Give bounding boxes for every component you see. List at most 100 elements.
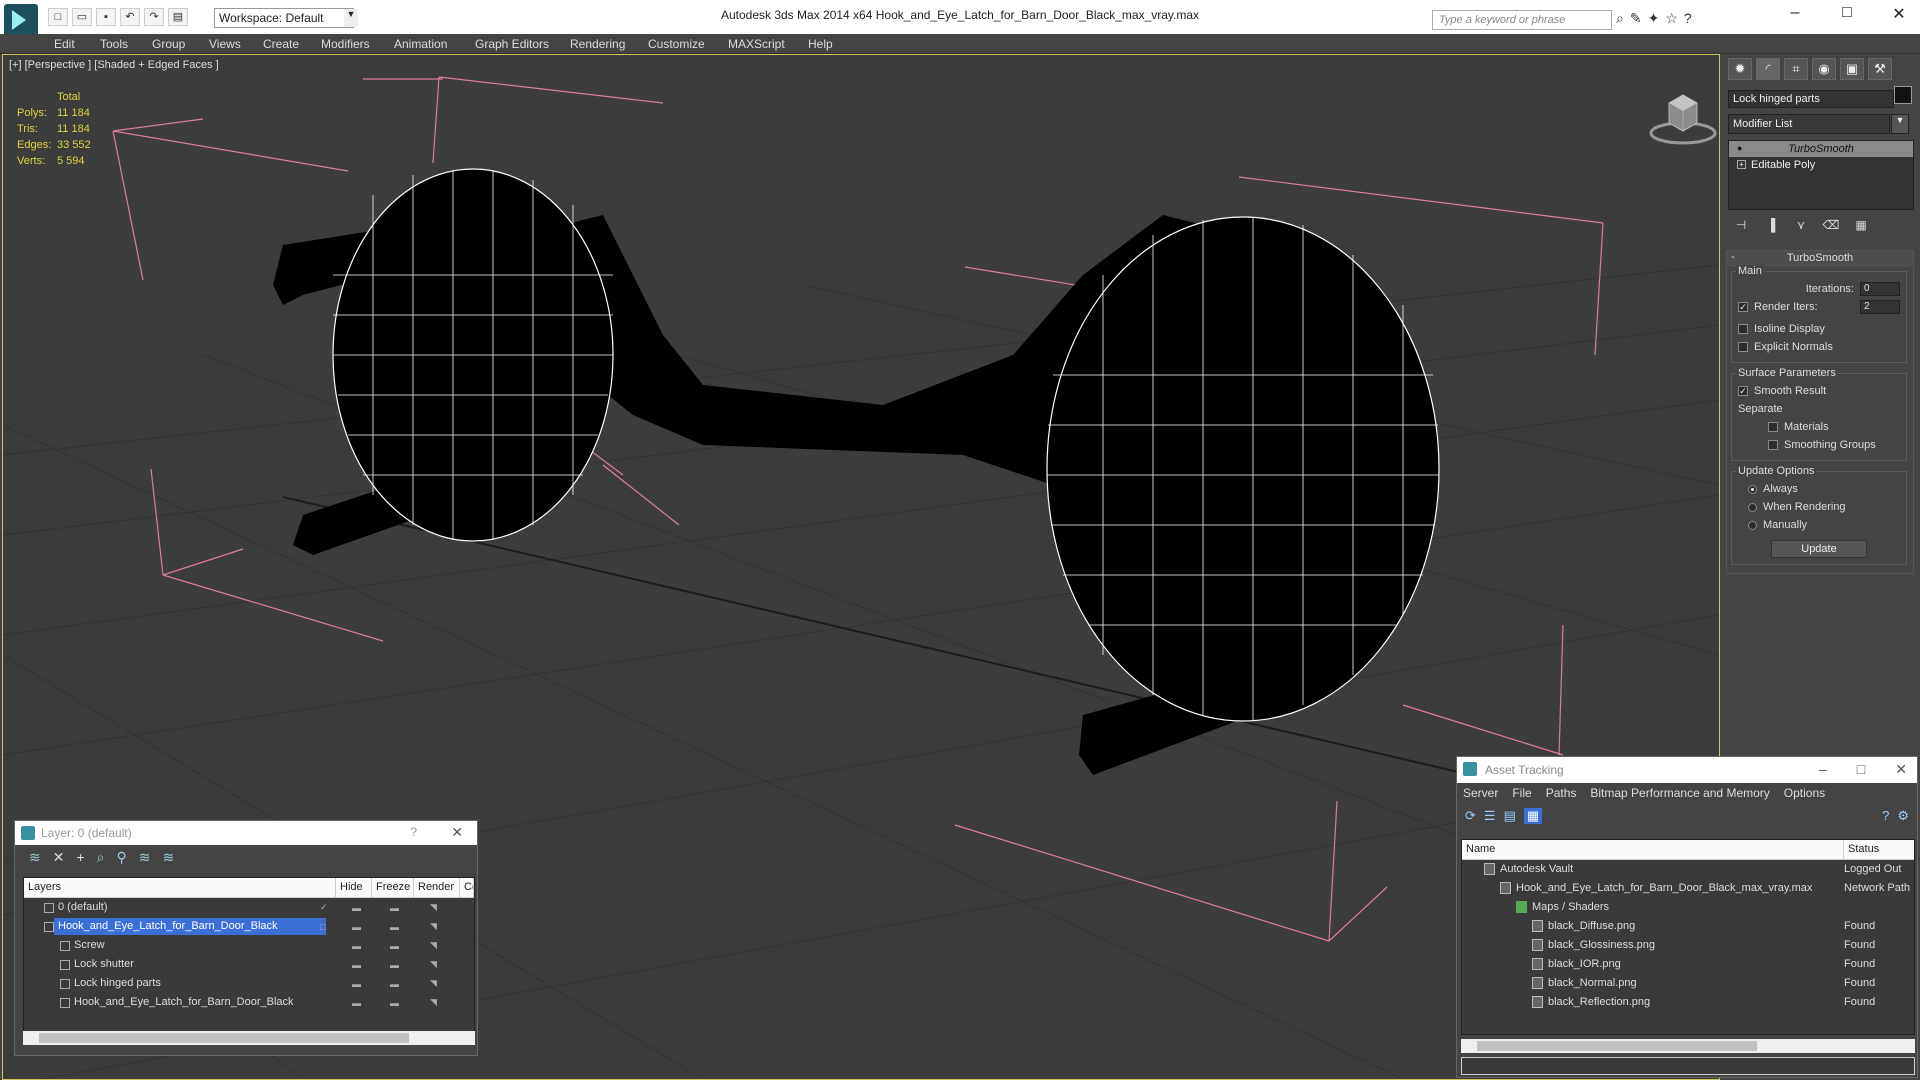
hide-all-layers-icon[interactable]: ≋ — [139, 849, 151, 867]
close-icon[interactable]: ✕ — [1888, 4, 1910, 24]
pin-stack-icon[interactable]: ⊣ — [1730, 218, 1752, 236]
menu-graph-editors[interactable]: Graph Editors — [475, 37, 549, 51]
maximize-icon[interactable]: □ — [1857, 761, 1865, 778]
help-icon[interactable]: ? — [1882, 808, 1889, 824]
modifier-list-dropdown[interactable]: Modifier List ▼ — [1728, 114, 1909, 134]
display-tab-icon[interactable]: ▣ — [1840, 58, 1864, 80]
add-to-layer-icon[interactable]: + — [76, 849, 84, 867]
iterations-spinner[interactable]: 0 — [1860, 282, 1900, 296]
delete-layer-icon[interactable]: ✕ — [53, 849, 65, 867]
hide-toggle[interactable]: ▬ — [352, 979, 361, 989]
highlight-layer-icon[interactable]: ⚲ — [117, 849, 127, 867]
menu-views[interactable]: Views — [209, 37, 241, 51]
asset-row[interactable]: Maps / Shaders — [1462, 898, 1914, 917]
layer-row[interactable]: Lock hinged parts ▬ ▬ ◥ — [24, 974, 474, 993]
layer-name[interactable]: Lock shutter — [70, 956, 138, 973]
column-status[interactable]: Status — [1844, 840, 1914, 859]
asset-row[interactable]: black_IOR.png Found — [1462, 955, 1914, 974]
asset-row[interactable]: black_Glossiness.png Found — [1462, 936, 1914, 955]
update-button[interactable]: Update — [1771, 540, 1867, 558]
asset-window-titlebar[interactable]: Asset Tracking – □ ✕ — [1457, 757, 1917, 783]
hierarchy-tab-icon[interactable]: ⌗ — [1784, 58, 1808, 80]
collapse-icon[interactable]: - — [1731, 251, 1735, 263]
render-toggle-icon[interactable]: ◥ — [430, 959, 437, 970]
layer-row[interactable]: 0 (default) ✓ ▬ ▬ ◥ — [24, 898, 474, 917]
menu-help[interactable]: Help — [808, 37, 833, 51]
column-freeze[interactable]: Freeze — [372, 878, 414, 897]
scrollbar-thumb[interactable] — [1477, 1041, 1757, 1051]
help-icon[interactable]: ? — [1684, 10, 1692, 27]
set-active-icon[interactable]: □ — [320, 922, 325, 932]
layer-row[interactable]: Hook_and_Eye_Latch_for_Barn_Door_Black ▬ ▬… — [24, 993, 474, 1012]
search-input[interactable]: Type a keyword or phrase — [1432, 10, 1612, 30]
menu-group[interactable]: Group — [152, 37, 185, 51]
render-toggle-icon[interactable]: ◥ — [430, 902, 437, 913]
object-name-field[interactable]: Lock hinged parts — [1728, 90, 1894, 108]
render-toggle-icon[interactable]: ◥ — [430, 978, 437, 989]
active-layer-check-icon[interactable]: ✓ — [320, 902, 328, 913]
asset-row[interactable]: Hook_and_Eye_Latch_for_Barn_Door_Black_m… — [1462, 879, 1914, 898]
close-icon[interactable]: ✕ — [451, 824, 463, 841]
select-in-layer-icon[interactable]: ⌕ — [97, 849, 105, 867]
render-toggle-icon[interactable]: ◥ — [430, 997, 437, 1008]
motion-tab-icon[interactable]: ◉ — [1812, 58, 1836, 80]
minimize-icon[interactable]: – — [1784, 4, 1806, 24]
layer-name[interactable]: Hook_and_Eye_Latch_for_Barn_Door_Black — [70, 994, 298, 1011]
menu-customize[interactable]: Customize — [648, 37, 705, 51]
render-iters-checkbox[interactable]: ✓ — [1738, 302, 1748, 312]
object-color-swatch[interactable] — [1894, 86, 1912, 104]
menu-edit[interactable]: Edit — [54, 37, 75, 51]
light-bulb-icon[interactable]: ● — [1737, 143, 1742, 153]
list-view-icon[interactable]: ☰ — [1484, 808, 1496, 824]
remove-modifier-icon[interactable]: ⌫ — [1820, 218, 1842, 236]
materials-checkbox[interactable] — [1768, 422, 1778, 432]
asset-row[interactable]: black_Normal.png Found — [1462, 974, 1914, 993]
hide-toggle[interactable]: ▬ — [352, 941, 361, 951]
asset-row[interactable]: Autodesk Vault Logged Out — [1462, 860, 1914, 879]
menu-rendering[interactable]: Rendering — [570, 37, 625, 51]
stack-item-editable-poly[interactable]: + Editable Poly — [1729, 157, 1913, 173]
hide-toggle[interactable]: ▬ — [352, 960, 361, 970]
expand-icon[interactable]: + — [1737, 160, 1746, 169]
layer-row[interactable]: Screw ▬ ▬ ◥ — [24, 936, 474, 955]
hide-toggle[interactable]: ▬ — [352, 922, 361, 932]
layer-row[interactable]: Lock shutter ▬ ▬ ◥ — [24, 955, 474, 974]
render-iters-spinner[interactable]: 2 — [1860, 300, 1900, 314]
layer-row[interactable]: Hook_and_Eye_Latch_for_Barn_Door_Black □ ▬… — [24, 917, 474, 936]
freeze-toggle[interactable]: ▬ — [390, 960, 399, 970]
freeze-all-layers-icon[interactable]: ≋ — [163, 849, 175, 867]
explicit-normals-checkbox[interactable] — [1738, 342, 1748, 352]
menu-bitmap-performance[interactable]: Bitmap Performance and Memory — [1590, 786, 1769, 800]
minimize-icon[interactable]: – — [1819, 761, 1827, 778]
menu-maxscript[interactable]: MAXScript — [728, 37, 785, 51]
menu-animation[interactable]: Animation — [394, 37, 447, 51]
always-radio[interactable] — [1748, 484, 1757, 494]
communication-icon[interactable]: ✦ — [1648, 10, 1660, 27]
freeze-toggle[interactable]: ▬ — [390, 998, 399, 1008]
asset-row[interactable]: black_Diffuse.png Found — [1462, 917, 1914, 936]
menu-server[interactable]: Server — [1463, 786, 1498, 800]
binoculars-icon[interactable]: ⌕ — [1616, 10, 1624, 27]
favorites-icon[interactable]: ☆ — [1665, 10, 1678, 27]
column-hide[interactable]: Hide — [336, 878, 372, 897]
layer-name[interactable]: Hook_and_Eye_Latch_for_Barn_Door_Black — [54, 918, 326, 935]
column-layers[interactable]: Layers — [24, 878, 336, 897]
horizontal-scrollbar[interactable] — [1461, 1039, 1915, 1053]
refresh-icon[interactable]: ⟳ — [1465, 808, 1476, 824]
scrollbar-thumb[interactable] — [39, 1033, 409, 1043]
freeze-toggle[interactable]: ▬ — [390, 979, 399, 989]
viewcube-icon[interactable] — [1649, 89, 1717, 145]
thumbnail-view-icon[interactable]: ▤ — [1504, 808, 1516, 824]
horizontal-scrollbar[interactable] — [23, 1031, 475, 1045]
when-rendering-radio[interactable] — [1748, 502, 1757, 512]
hide-toggle[interactable]: ▬ — [352, 903, 361, 913]
create-tab-icon[interactable]: ✹ — [1728, 58, 1752, 80]
menu-modifiers[interactable]: Modifiers — [321, 37, 370, 51]
chevron-down-icon[interactable]: ▼ — [1891, 114, 1909, 134]
stack-item-turbosmooth[interactable]: ● TurboSmooth — [1729, 141, 1913, 157]
configure-modifier-sets-icon[interactable]: ▦ — [1850, 218, 1872, 236]
utilities-tab-icon[interactable]: ⚒ — [1868, 58, 1892, 80]
layer-name[interactable]: Screw — [70, 937, 109, 954]
create-layer-icon[interactable]: ≋ — [29, 849, 41, 867]
freeze-toggle[interactable]: ▬ — [390, 903, 399, 913]
